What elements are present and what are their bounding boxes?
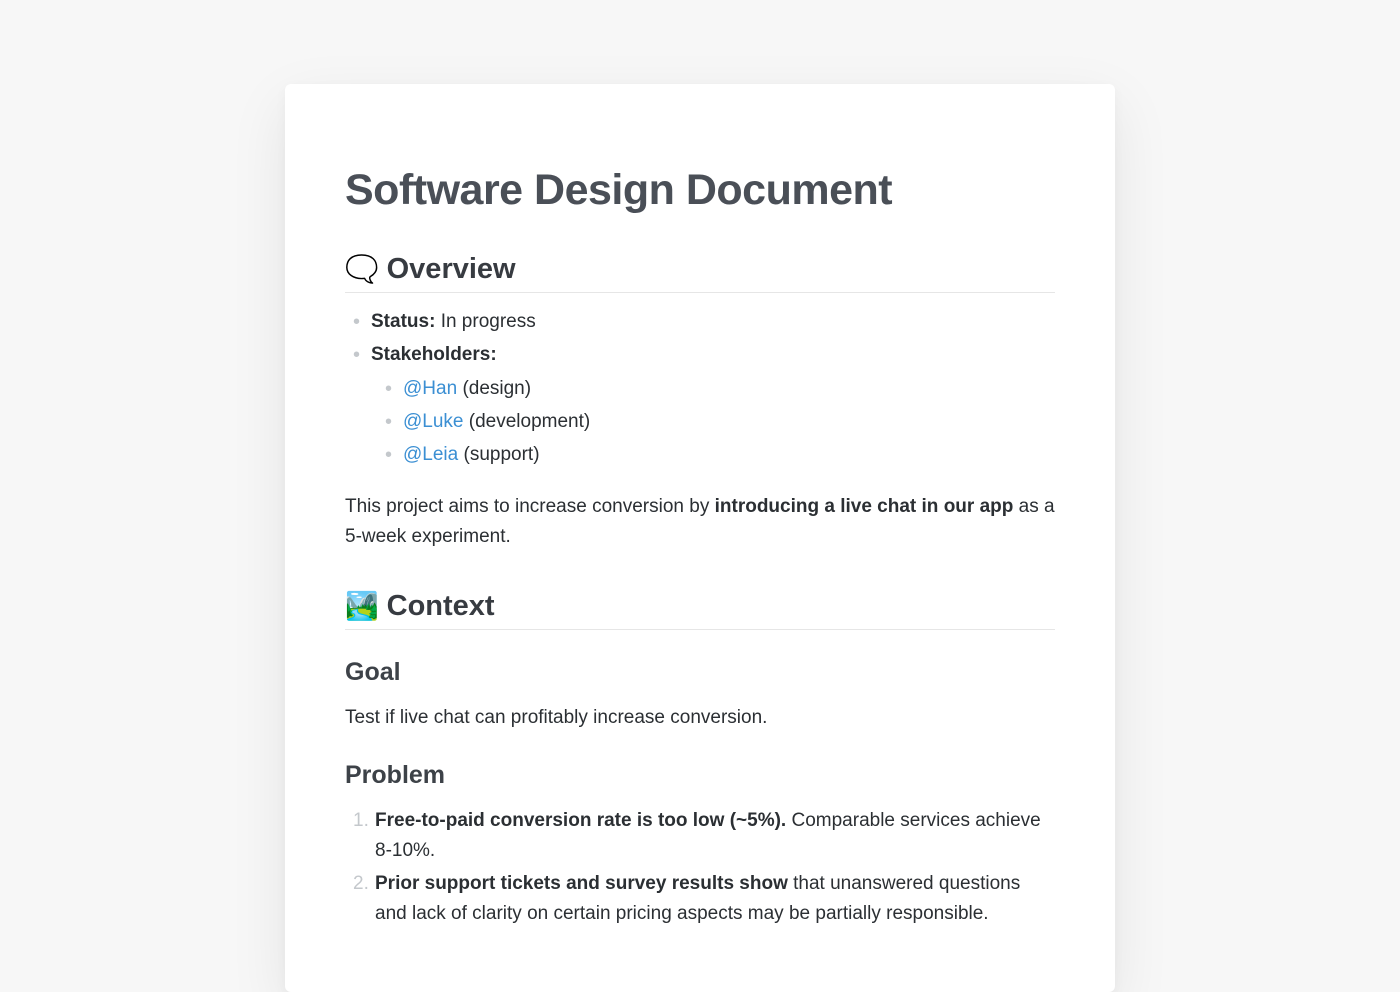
status-label: Status: — [371, 311, 435, 332]
summary-bold: introducing a live chat in our app — [715, 496, 1014, 517]
speech-bubble-icon: 🗨️ — [345, 256, 379, 283]
summary-pre: This project aims to increase conversion… — [345, 496, 715, 517]
stakeholders-item: Stakeholders: @Han (design) @Luke (devel… — [365, 340, 1055, 470]
stakeholder-item: @Leia (support) — [397, 440, 1055, 470]
problem-bold: Free-to-paid conversion rate is too low … — [375, 810, 786, 831]
stakeholder-role-text: (design) — [462, 378, 531, 399]
overview-list: Status: In progress Stakeholders: @Han (… — [345, 307, 1055, 470]
overview-summary: This project aims to increase conversion… — [345, 492, 1055, 552]
mention-luke[interactable]: @Luke — [403, 411, 464, 432]
stakeholder-role-text: (support) — [464, 444, 540, 465]
problem-list: Free-to-paid conversion rate is too low … — [345, 806, 1055, 929]
stakeholders-list: @Han (design) @Luke (development) @Leia … — [371, 374, 1055, 470]
context-heading: 🏞️ Context — [345, 590, 1055, 630]
mention-leia[interactable]: @Leia — [403, 444, 458, 465]
stakeholder-item: @Luke (development) — [397, 407, 1055, 437]
problem-heading: Problem — [345, 761, 1055, 790]
problem-item: Prior support tickets and survey results… — [363, 869, 1055, 929]
mention-han[interactable]: @Han — [403, 378, 457, 399]
stakeholders-label: Stakeholders: — [371, 344, 497, 365]
goal-heading: Goal — [345, 658, 1055, 687]
status-value-text: In progress — [441, 311, 536, 332]
overview-heading: 🗨️ Overview — [345, 253, 1055, 293]
stakeholder-item: @Han (design) — [397, 374, 1055, 404]
overview-heading-text: Overview — [387, 253, 516, 286]
context-heading-text: Context — [387, 590, 495, 623]
problem-bold: Prior support tickets and survey results… — [375, 873, 788, 894]
problem-item: Free-to-paid conversion rate is too low … — [363, 806, 1055, 866]
stakeholder-role-text: (development) — [469, 411, 590, 432]
status-item: Status: In progress — [365, 307, 1055, 337]
landscape-icon: 🏞️ — [345, 593, 379, 620]
document-card: Software Design Document 🗨️ Overview Sta… — [285, 84, 1115, 992]
page-title: Software Design Document — [345, 166, 1055, 215]
goal-text: Test if live chat can profitably increas… — [345, 703, 1055, 733]
